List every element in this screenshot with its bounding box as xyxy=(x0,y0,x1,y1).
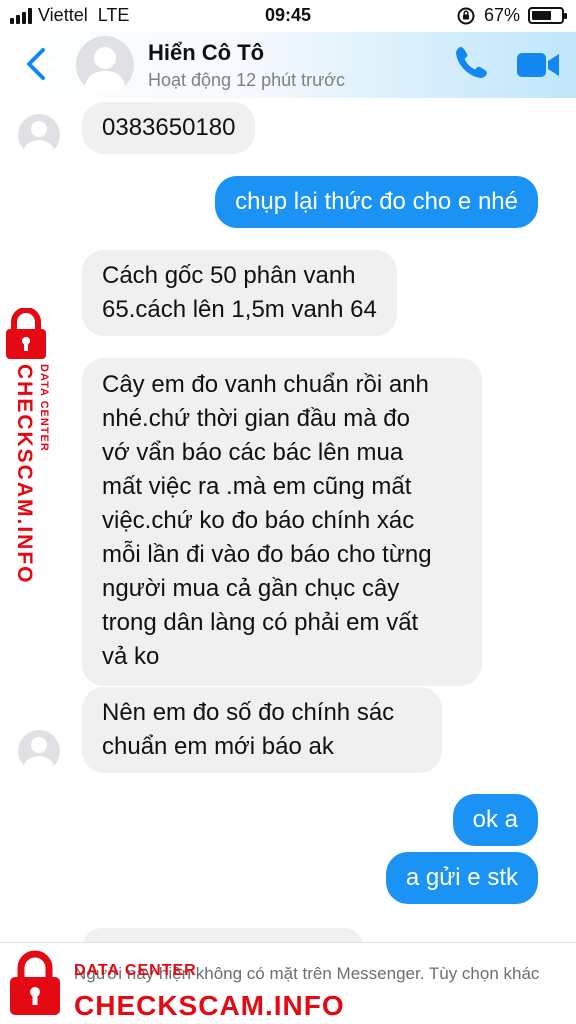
contact-activity-status: Hoạt động 12 phút trước xyxy=(148,70,345,90)
avatar-body xyxy=(24,756,54,772)
battery-icon xyxy=(528,7,567,24)
watermark-sub: DATA CENTER xyxy=(38,364,50,452)
avatar-placeholder-icon xyxy=(84,47,126,94)
contact-avatar[interactable] xyxy=(76,36,134,94)
phone-call-icon[interactable] xyxy=(452,44,490,82)
contact-name[interactable]: Hiển Cô Tô xyxy=(148,40,264,66)
watermark-side: CHECKSCAM.INFO DATA CENTER xyxy=(2,308,60,598)
message-bubble-incoming[interactable]: Cách gốc 50 phân vanh 65.cách lên 1,5m v… xyxy=(82,250,397,336)
sender-avatar[interactable] xyxy=(18,730,60,772)
message-bubble-outgoing[interactable]: ok a xyxy=(452,794,538,846)
watermark-brand: CHECKSCAM.INFO xyxy=(13,364,36,585)
battery-percent: 67% xyxy=(483,5,520,25)
avatar-head xyxy=(31,737,47,753)
message-bubble-outgoing[interactable]: chụp lại thức đo cho e nhé xyxy=(215,176,538,228)
status-right: 67% xyxy=(456,5,567,26)
status-bar: Viettel LTE 09:45 67% xyxy=(0,0,576,32)
padlock-icon xyxy=(10,950,60,1015)
message-bubble-incoming[interactable]: Nên em đo số đo chính sác chuẩn em mới b… xyxy=(82,687,442,773)
message-bubble-incoming[interactable]: 0383650180 xyxy=(82,102,256,154)
sender-avatar[interactable] xyxy=(18,114,60,156)
battery-level xyxy=(532,11,551,20)
message-bubble-incoming[interactable]: Cây em đo vanh chuẩn rồi anh nhé.chứ thờ… xyxy=(82,358,482,686)
avatar-body xyxy=(24,140,54,156)
watermark-brand: CHECKSCAM.INFO xyxy=(74,990,345,1021)
orientation-lock-icon xyxy=(457,7,475,24)
padlock-icon xyxy=(6,308,46,359)
watermark-sub: DATA CENTER xyxy=(74,962,197,979)
video-camera-icon[interactable] xyxy=(516,50,560,80)
avatar-head xyxy=(31,121,47,137)
message-bubble-outgoing[interactable]: a gửi e stk xyxy=(385,852,538,904)
back-chevron-icon[interactable] xyxy=(22,46,52,82)
chat-header: Hiển Cô Tô Hoạt động 12 phút trước xyxy=(0,32,576,98)
